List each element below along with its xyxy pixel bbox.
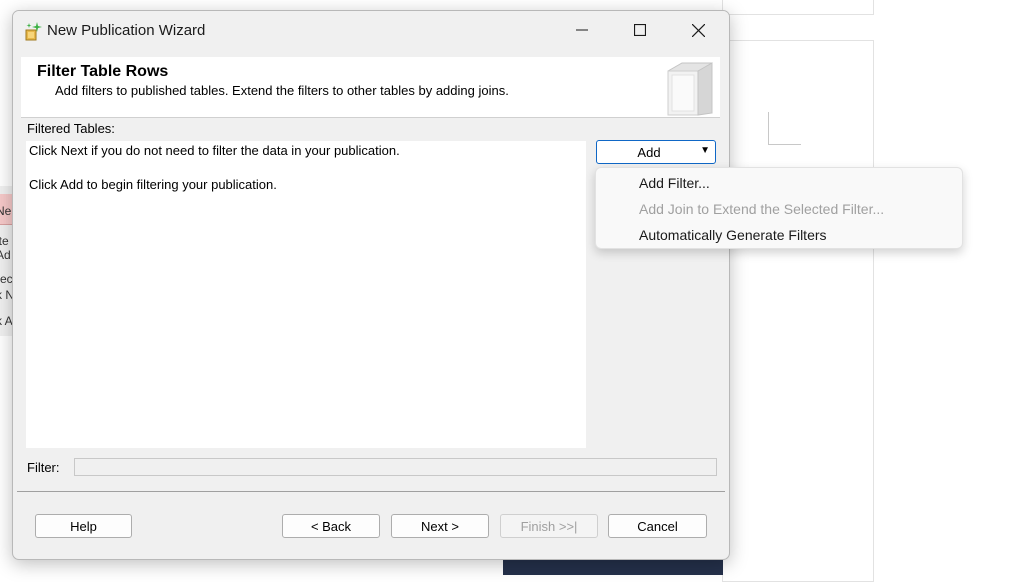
add-button-label: Add xyxy=(597,145,701,160)
background-text-fragment: Ne xyxy=(0,204,11,218)
add-dropdown-menu: Add Filter... Add Join to Extend the Sel… xyxy=(595,167,963,249)
page-subtitle: Add filters to published tables. Extend … xyxy=(55,83,509,98)
dialog-title: New Publication Wizard xyxy=(47,22,205,39)
wizard-app-icon xyxy=(23,20,45,42)
back-button[interactable]: < Back xyxy=(282,514,380,538)
instruction-text: Click Next if you do not need to filter … xyxy=(29,143,400,158)
page-title: Filter Table Rows xyxy=(37,63,168,81)
close-icon xyxy=(692,24,705,37)
page-corner-mark xyxy=(768,112,801,145)
new-publication-wizard-dialog: New Publication Wizard Filter Table Rows… xyxy=(12,10,730,560)
menu-item-add-filter[interactable]: Add Filter... xyxy=(639,175,710,191)
chevron-down-icon: ▼ xyxy=(700,145,710,156)
wizard-header: Filter Table Rows Add filters to publish… xyxy=(21,57,720,118)
close-button[interactable] xyxy=(675,11,721,49)
book-icon xyxy=(660,59,720,117)
menu-item-auto-generate-filters[interactable]: Automatically Generate Filters xyxy=(639,227,827,243)
filter-field[interactable] xyxy=(74,458,717,476)
background-text-fragment: lte xyxy=(0,234,9,248)
filtered-tables-label: Filtered Tables: xyxy=(27,121,115,136)
cancel-button[interactable]: Cancel xyxy=(608,514,707,538)
background-text-fragment: k A xyxy=(0,314,13,328)
next-button[interactable]: Next > xyxy=(391,514,489,538)
background-text-fragment: rec xyxy=(0,272,13,286)
minimize-icon xyxy=(576,24,588,36)
help-button[interactable]: Help xyxy=(35,514,132,538)
filtered-tables-tree[interactable]: Click Next if you do not need to filter … xyxy=(26,141,586,448)
maximize-icon xyxy=(634,24,646,36)
divider xyxy=(17,491,725,492)
title-bar[interactable]: New Publication Wizard xyxy=(13,11,729,49)
finish-button[interactable]: Finish >>| xyxy=(500,514,598,538)
filter-label: Filter: xyxy=(27,460,60,475)
background-document-top xyxy=(722,0,874,15)
menu-item-add-join[interactable]: Add Join to Extend the Selected Filter..… xyxy=(639,201,884,217)
maximize-button[interactable] xyxy=(617,11,663,49)
minimize-button[interactable] xyxy=(559,11,605,49)
background-text-fragment: Ad xyxy=(0,248,11,262)
add-dropdown-button[interactable]: Add ▼ xyxy=(596,140,716,164)
instruction-text: Click Add to begin filtering your public… xyxy=(29,177,277,192)
